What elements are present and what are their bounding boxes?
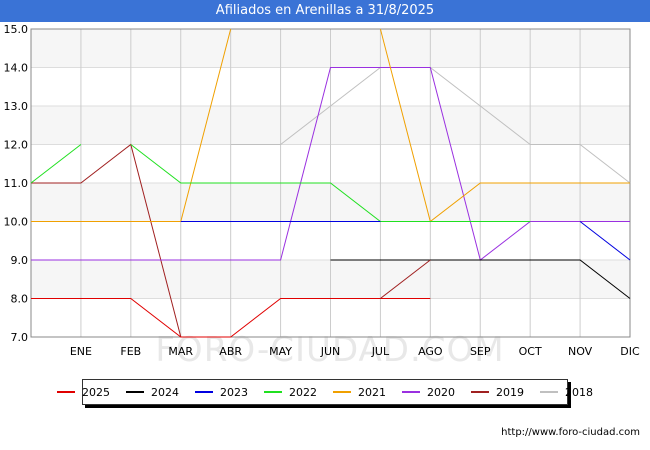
y-tick-label: 13.0 bbox=[4, 100, 29, 113]
series-line-2022 bbox=[30, 144, 82, 184]
legend-item-2022: 2022 bbox=[264, 386, 317, 399]
x-tick-label: SEP bbox=[470, 345, 491, 358]
y-tick-label: 11.0 bbox=[4, 177, 29, 190]
legend-swatch bbox=[471, 391, 489, 393]
x-tick-label: AGO bbox=[418, 345, 443, 358]
x-tick-label: MAY bbox=[269, 345, 292, 358]
y-tick-label: 10.0 bbox=[4, 216, 29, 229]
y-tick-label: 15.0 bbox=[4, 23, 29, 36]
y-tick-label: 8.0 bbox=[11, 293, 29, 306]
legend-item-2024: 2024 bbox=[126, 386, 179, 399]
x-tick-label: FEB bbox=[120, 345, 141, 358]
y-tick-label: 12.0 bbox=[4, 139, 29, 152]
x-tick-label: OCT bbox=[519, 345, 542, 358]
x-tick-label: JUL bbox=[371, 345, 390, 358]
x-tick-label: DIC bbox=[620, 345, 640, 358]
x-tick-label: MAR bbox=[168, 345, 193, 358]
legend-swatch bbox=[333, 391, 351, 393]
legend-label: 2018 bbox=[565, 385, 593, 399]
series-line-2023 bbox=[579, 221, 631, 261]
legend-label: 2025 bbox=[82, 385, 110, 399]
legend-swatch bbox=[126, 391, 144, 393]
chart-legend: 2025 2024 2023 2022 2021 2020 2019 2018 bbox=[57, 379, 593, 405]
legend-item-2020: 2020 bbox=[402, 386, 455, 399]
legend-swatch bbox=[264, 391, 282, 393]
legend-item-2019: 2019 bbox=[471, 386, 524, 399]
legend-label: 2022 bbox=[289, 385, 317, 399]
legend-label: 2024 bbox=[151, 385, 179, 399]
legend-item-2025: 2025 bbox=[57, 386, 110, 399]
legend-item-2023: 2023 bbox=[195, 386, 248, 399]
legend-swatch bbox=[540, 391, 558, 393]
y-tick-label: 7.0 bbox=[11, 331, 29, 344]
x-tick-label: NOV bbox=[568, 345, 593, 358]
legend-label: 2021 bbox=[358, 385, 386, 399]
y-tick-label: 14.0 bbox=[4, 62, 29, 75]
x-tick-label: ABR bbox=[219, 345, 242, 358]
legend-label: 2019 bbox=[496, 385, 524, 399]
x-tick-label: JUN bbox=[320, 345, 341, 358]
y-tick-label: 9.0 bbox=[11, 254, 29, 267]
x-tick-label: ENE bbox=[70, 345, 92, 358]
legend-item-2018: 2018 bbox=[540, 386, 593, 399]
legend-swatch bbox=[402, 391, 420, 393]
legend-swatch bbox=[57, 391, 75, 393]
source-url[interactable]: http://www.foro-ciudad.com bbox=[501, 427, 640, 438]
legend-label: 2020 bbox=[427, 385, 455, 399]
legend-item-2021: 2021 bbox=[333, 386, 386, 399]
series-line-2019 bbox=[31, 143, 182, 338]
legend-label: 2023 bbox=[220, 385, 248, 399]
legend-swatch bbox=[195, 391, 213, 393]
